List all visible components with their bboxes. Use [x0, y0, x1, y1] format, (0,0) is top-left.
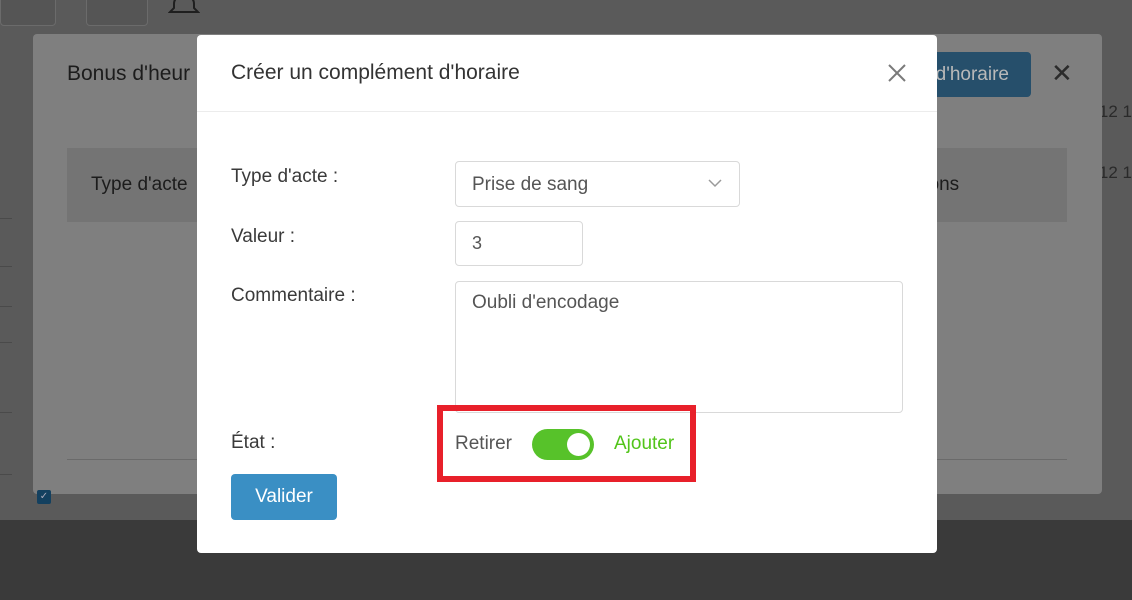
background-column-type: Type d'acte [91, 174, 188, 195]
toggle-on-label: Ajouter [614, 433, 675, 454]
background-checkbox: ✓ [37, 490, 51, 504]
toggle-off-label: Retirer [455, 433, 513, 454]
value-input[interactable] [455, 221, 583, 266]
background-add-button-label: d'horaire [935, 63, 1009, 85]
modal-header: Créer un complément d'horaire [197, 35, 937, 112]
value-label: Valeur : [231, 226, 296, 247]
create-schedule-complement-modal: Créer un complément d'horaire Type d'act… [197, 35, 937, 553]
toggle-knob [567, 433, 590, 456]
background-settings-button [86, 0, 148, 26]
comment-label: Commentaire : [231, 285, 356, 306]
modal-title: Créer un complément d'horaire [231, 61, 520, 84]
background-right-text: 12 1 [1098, 102, 1132, 121]
background-right-text: 12 1 [1098, 163, 1132, 182]
type-select-value: Prise de sang [472, 174, 589, 195]
bell-icon [168, 0, 200, 13]
type-label: Type d'acte : [231, 166, 339, 187]
validate-button[interactable]: Valider [231, 474, 337, 520]
chevron-down-icon [708, 179, 722, 188]
close-icon[interactable] [885, 61, 909, 85]
state-label: État : [231, 432, 276, 453]
background-modal-title: Bonus d'heur [67, 62, 191, 85]
page: 12 1 12 1 Bonus d'heur d'horaire ✕ Type … [0, 0, 1132, 600]
type-select[interactable]: Prise de sang [455, 161, 740, 207]
background-close-icon: ✕ [1051, 58, 1073, 88]
comment-textarea[interactable]: Oubli d'encodage [455, 281, 903, 413]
state-toggle-switch[interactable] [532, 429, 594, 460]
background-dropdown-button [0, 0, 56, 26]
